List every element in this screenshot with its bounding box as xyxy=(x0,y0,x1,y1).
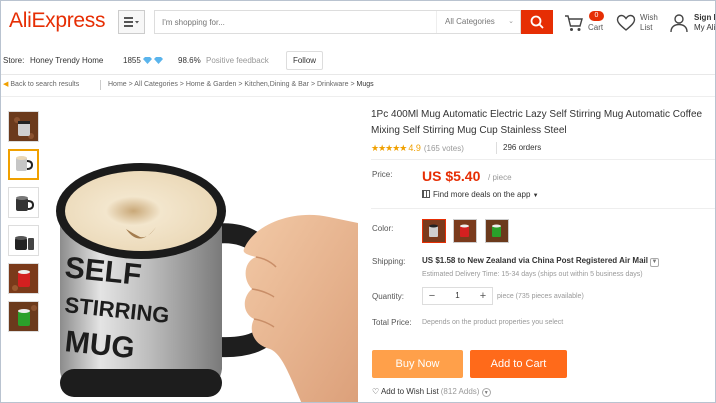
quantity-decrease-button[interactable]: − xyxy=(423,288,441,304)
follow-button[interactable]: Follow xyxy=(286,51,323,70)
divider xyxy=(371,159,715,160)
divider xyxy=(1,74,715,75)
breadcrumb-current: Mugs xyxy=(356,81,374,88)
divider xyxy=(1,96,715,97)
chevron-down-icon: ▼ xyxy=(650,258,659,267)
breadcrumb-path: Home > All Categories > Home & Garden > … xyxy=(108,81,374,88)
wish-label-line1: Wish xyxy=(640,13,658,22)
wish-list-count: (812 Adds) xyxy=(440,387,480,396)
user-icon xyxy=(670,14,688,33)
search-input[interactable] xyxy=(155,11,435,33)
search-category-label: All Categories xyxy=(445,17,495,26)
search-icon xyxy=(530,15,544,29)
wish-list-label: Add to Wish List xyxy=(380,387,439,396)
menu-icon xyxy=(123,17,139,27)
delivery-estimate: Estimated Delivery Time: 15-34 days (shi… xyxy=(422,271,643,278)
price-label: Price: xyxy=(372,170,393,179)
divider xyxy=(371,208,715,209)
sign-in-label: Sign In xyxy=(694,13,716,22)
star-rating-icon: ★★★★★ xyxy=(371,143,407,153)
app-deals-link[interactable]: Find more deals on the app ▼ xyxy=(422,190,539,199)
search-button[interactable] xyxy=(521,10,553,34)
divider xyxy=(100,80,101,90)
color-label: Color: xyxy=(372,224,394,233)
back-label: Back to search results xyxy=(10,81,80,88)
wish-list-button[interactable]: Wish List xyxy=(616,11,666,37)
thumbnail[interactable] xyxy=(8,301,39,332)
color-swatch-coffee[interactable] xyxy=(422,219,446,243)
store-score: 1855 xyxy=(123,56,141,65)
feedback-label: Positive feedback xyxy=(206,56,269,65)
shipping-method-text: US $1.58 to New Zealand via China Post R… xyxy=(422,256,648,265)
quantity-input[interactable]: 1 xyxy=(441,288,474,304)
total-price-value: Depends on the product properties you se… xyxy=(422,319,564,326)
store-bar: Store: Honey Trendy Home 1855 98.6% Posi… xyxy=(1,51,715,71)
breadcrumb-link[interactable]: Home & Garden xyxy=(186,81,237,88)
cart-icon xyxy=(565,15,583,31)
logo[interactable]: AliExpress xyxy=(9,9,106,33)
rating[interactable]: ★★★★★ 4.9 (165 votes) xyxy=(371,142,464,154)
category-menu-button[interactable] xyxy=(118,10,145,34)
buy-now-button[interactable]: Buy Now xyxy=(372,350,463,378)
store-prefix: Store: xyxy=(3,56,25,65)
back-to-search-link[interactable]: ◀ Back to search results xyxy=(3,77,79,93)
price-value: US $5.40 xyxy=(422,168,481,184)
thumbnail[interactable] xyxy=(8,187,39,218)
breadcrumb-link[interactable]: Drinkware xyxy=(317,81,349,88)
shipping-label: Shipping: xyxy=(372,257,406,266)
search-category-select[interactable]: All Categories ⌄ xyxy=(436,11,522,33)
breadcrumb-link[interactable]: Home xyxy=(108,81,127,88)
chevron-down-icon: ⌄ xyxy=(508,18,514,25)
chevron-down-icon: ▼ xyxy=(481,388,491,397)
wish-label-line2: List xyxy=(640,23,653,32)
thumbnail[interactable] xyxy=(8,263,39,294)
app-deals-label: Find more deals on the app xyxy=(433,190,531,199)
heart-icon: ♡ xyxy=(372,387,380,396)
price-unit: / piece xyxy=(488,173,512,182)
quantity-available: piece (735 pieces available) xyxy=(497,293,584,300)
rating-score: 4.9 xyxy=(408,143,421,153)
thumbnail-selected[interactable] xyxy=(8,149,39,180)
quantity-stepper: − 1 + xyxy=(422,287,493,305)
total-price-label: Total Price: xyxy=(372,318,412,327)
quantity-label: Quantity: xyxy=(372,292,405,301)
back-arrow-icon: ◀ xyxy=(3,81,9,88)
heart-icon xyxy=(616,14,636,31)
main-product-image[interactable]: SELF STIRRING MUG xyxy=(44,99,358,402)
orders-count: 296 orders xyxy=(496,142,541,154)
rating-votes: (165 votes) xyxy=(423,144,464,153)
breadcrumb: ◀ Back to search results Home > All Categ… xyxy=(1,77,715,93)
breadcrumb-link[interactable]: Kitchen,Dining & Bar xyxy=(244,81,309,88)
thumbnail[interactable] xyxy=(8,111,39,142)
search-bar: All Categories ⌄ xyxy=(154,10,521,34)
product-title: 1Pc 400Ml Mug Automatic Electric Lazy Se… xyxy=(371,109,703,136)
add-to-wish-list-link[interactable]: ♡ Add to Wish List (812 Adds) ▼ xyxy=(372,387,491,397)
quantity-increase-button[interactable]: + xyxy=(474,288,492,304)
header: AliExpress All Categories ⌄ xyxy=(1,1,716,45)
color-swatch-red[interactable] xyxy=(453,219,477,243)
my-account-label: My Ali xyxy=(694,23,716,32)
caret-down-icon: ▼ xyxy=(532,193,539,199)
shipping-method[interactable]: US $1.58 to New Zealand via China Post R… xyxy=(422,256,659,267)
cart-button[interactable]: 0 Cart xyxy=(564,11,610,37)
qr-icon xyxy=(422,190,430,198)
color-swatch-green[interactable] xyxy=(485,219,509,243)
store-name[interactable]: Honey Trendy Home xyxy=(30,51,103,71)
cart-label: Cart xyxy=(588,23,604,32)
feedback-percent: 98.6% xyxy=(178,56,201,65)
breadcrumb-link[interactable]: All Categories xyxy=(134,81,178,88)
thumbnail[interactable] xyxy=(8,225,39,256)
page-frame: AliExpress All Categories ⌄ xyxy=(0,0,716,403)
diamond-icon xyxy=(142,56,164,68)
account-button[interactable]: Sign In My Ali xyxy=(669,11,716,37)
cart-count-badge: 0 xyxy=(589,11,604,21)
add-to-cart-button[interactable]: Add to Cart xyxy=(470,350,567,378)
